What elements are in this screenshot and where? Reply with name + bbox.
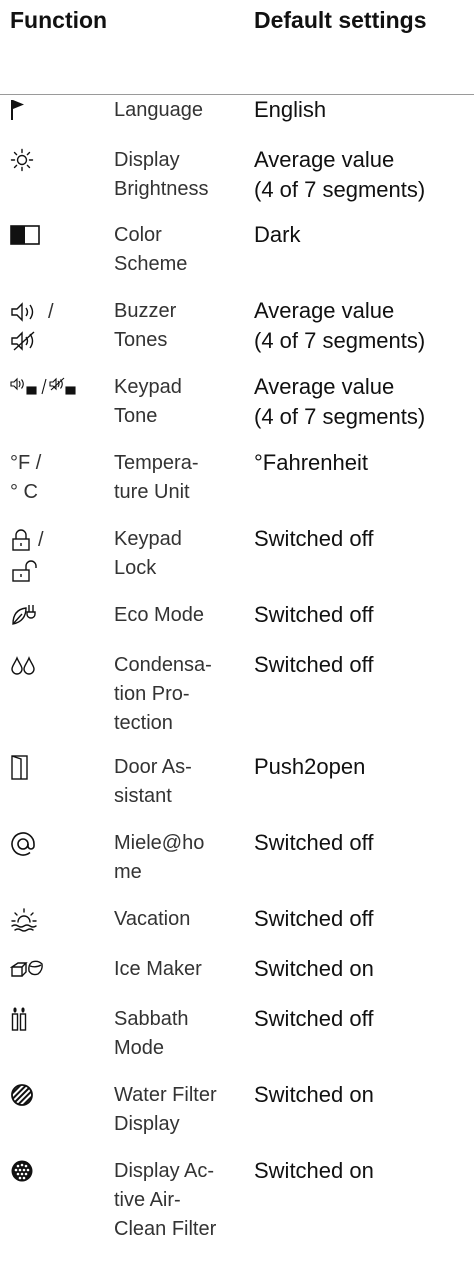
default-value: Average value (4 of 7 segments): [254, 298, 426, 353]
sabbath-icon: [10, 1007, 100, 1031]
function-label: Ice Maker: [114, 958, 202, 980]
table-row: Color Scheme Dark: [0, 220, 474, 296]
temperature-unit-icon: °F / ° C: [10, 452, 42, 503]
table-row: Keypad Tone Average value (4 of 7 segments…: [0, 372, 474, 448]
color-scheme-icon: [10, 225, 100, 245]
table-row: Vacation Switched off: [0, 904, 474, 954]
table-row: Language English: [0, 95, 474, 145]
function-label: Display Ac-tive Air- Clean Filter: [114, 1160, 217, 1240]
table-row: Miele@ho me Switched off: [0, 828, 474, 904]
function-label: Eco Mode: [114, 604, 205, 626]
function-label: Language: [114, 99, 203, 121]
lock-icon: /: [10, 525, 100, 583]
condensation-icon: [10, 656, 100, 676]
function-label: Buzzer Tones: [114, 300, 177, 351]
function-label: Condensa-tion Pro-tection: [114, 654, 212, 734]
buzzer-icon: /: [10, 298, 100, 352]
function-label: Miele@ho me: [114, 832, 205, 883]
table-row: / Keypad Lock Switched off: [0, 524, 474, 600]
default-value: Switched off: [254, 526, 374, 551]
keypad-tone-icon: [10, 376, 100, 398]
table-row: °F / ° C Tempera-ture Unit °Fahrenheit: [0, 448, 474, 524]
table-row: Ice Maker Switched on: [0, 954, 474, 1004]
function-label: Display Brightness: [114, 149, 209, 200]
eco-mode-icon: [10, 602, 100, 628]
table-row: Door As-sistant Push2open: [0, 752, 474, 828]
default-value: Switched off: [254, 602, 374, 627]
table-row: Display Ac-tive Air- Clean Filter Switche…: [0, 1156, 474, 1256]
brightness-icon: [10, 148, 100, 172]
function-label: Keypad Lock: [114, 528, 182, 579]
air-filter-icon: [10, 1159, 100, 1183]
door-icon: [10, 755, 100, 781]
default-value: Switched on: [254, 1082, 374, 1107]
table-header: Function Default settings: [0, 0, 474, 95]
function-label: Sabbath Mode: [114, 1008, 189, 1059]
default-value: Switched on: [254, 1158, 374, 1183]
default-value: Average value (4 of 7 segments): [254, 147, 426, 202]
default-settings-column-header: Default settings: [254, 7, 427, 33]
ice-maker-icon: [10, 959, 100, 979]
function-label: Water Filter Display: [114, 1084, 217, 1135]
function-label: Color Scheme: [114, 224, 188, 275]
default-value: English: [254, 97, 327, 122]
table-row: Water Filter Display Switched on: [0, 1080, 474, 1156]
vacation-icon: [10, 906, 100, 932]
function-label: Keypad Tone: [114, 376, 182, 427]
default-value: °Fahrenheit: [254, 450, 368, 475]
default-value: Switched off: [254, 1006, 374, 1031]
function-label: Door As-sistant: [114, 756, 192, 807]
default-value: Average value (4 of 7 segments): [254, 374, 426, 429]
function-label: Tempera-ture Unit: [114, 452, 199, 503]
default-value: Switched on: [254, 956, 374, 981]
table-row: Eco Mode Switched off: [0, 600, 474, 650]
function-label: Vacation: [114, 908, 191, 930]
default-value: Push2open: [254, 754, 366, 779]
function-column-header: Function: [10, 7, 108, 33]
table-row: Condensa-tion Pro-tection Switched off: [0, 650, 474, 752]
table-row: Sabbath Mode Switched off: [0, 1004, 474, 1080]
default-value: Switched off: [254, 830, 374, 855]
default-value: Dark: [254, 222, 301, 247]
default-value: Switched off: [254, 652, 374, 677]
default-value: Switched off: [254, 906, 374, 931]
table-row: Display Brightness Average value (4 of 7 s…: [0, 145, 474, 220]
water-filter-icon: [10, 1083, 100, 1107]
flag-icon: [10, 99, 100, 121]
at-icon: [10, 831, 100, 857]
table-row: / Buzzer Tones Average value (4 of 7 segme…: [0, 296, 474, 372]
